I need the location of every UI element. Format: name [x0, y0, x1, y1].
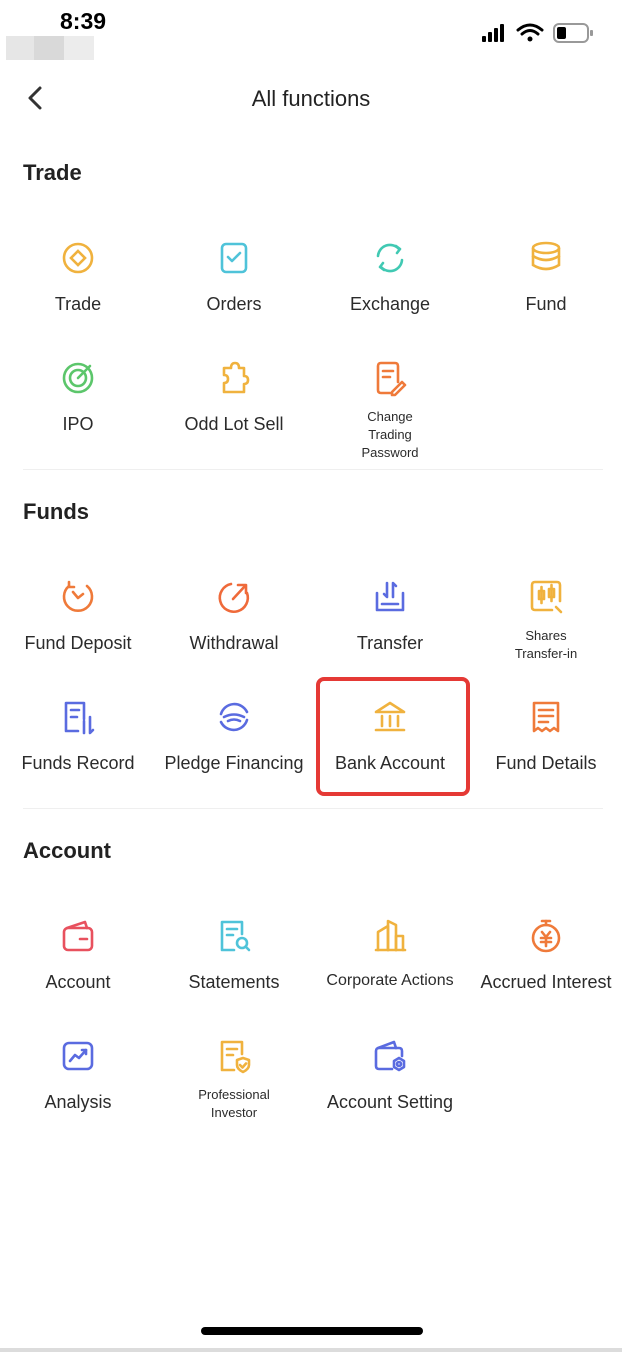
tile-label: Analysis	[44, 1092, 112, 1112]
tile-label: Withdrawal	[189, 633, 279, 653]
tile-label: Corporate Actions	[326, 972, 454, 989]
tile-analysis[interactable]: Analysis	[0, 1024, 156, 1136]
tile-transfer[interactable]: Transfer	[312, 565, 468, 677]
analysis-icon	[62, 1041, 94, 1071]
tile-label: Funds Record	[21, 753, 135, 773]
tile-accrued-interest[interactable]: Accrued Interest	[468, 904, 622, 1016]
shares-transfer-icon	[530, 580, 563, 614]
battery-icon	[553, 23, 593, 43]
tile-label: Account	[45, 972, 111, 992]
tile-label: Odd Lot Sell	[184, 414, 284, 434]
tile-change-trading-password[interactable]: Change Trading Password	[312, 346, 468, 460]
bottom-edge	[0, 1348, 622, 1352]
fund-details-icon	[532, 701, 560, 733]
wallet-icon	[62, 920, 94, 952]
blurred-carrier-block	[6, 36, 34, 60]
tile-trade[interactable]: Trade	[0, 226, 156, 338]
tile-label: Fund	[525, 294, 567, 314]
tile-account-setting[interactable]: Account Setting	[312, 1024, 468, 1136]
tile-label: Transfer	[356, 633, 424, 653]
tile-funds-record[interactable]: Funds Record	[0, 685, 156, 797]
tile-pledge-financing[interactable]: Pledge Financing	[156, 685, 312, 797]
tile-label: Account Setting	[326, 1092, 454, 1112]
tile-label: Trade	[54, 294, 102, 314]
tile-account[interactable]: Account	[0, 904, 156, 1016]
fund-deposit-icon	[62, 580, 94, 613]
exchange-icon	[376, 243, 404, 273]
tile-label: Fund Details	[495, 753, 597, 773]
tile-label: Shares Transfer-in	[514, 628, 578, 661]
tile-professional-investor[interactable]: Professional Investor	[156, 1024, 312, 1136]
tile-label: Professional Investor	[198, 1087, 270, 1120]
transfer-icon	[375, 581, 405, 612]
signal-icon	[482, 24, 504, 42]
status-icons	[482, 23, 593, 43]
tile-label: IPO	[62, 414, 94, 434]
nav-bar: All functions	[0, 70, 622, 130]
tile-shares-transfer-in[interactable]: Shares Transfer-in	[468, 565, 622, 677]
tile-fund-deposit[interactable]: Fund Deposit	[0, 565, 156, 677]
status-time: 8:39	[60, 8, 107, 34]
tile-fund-details[interactable]: Fund Details	[468, 685, 622, 797]
highlight-box	[316, 677, 470, 796]
tile-fund[interactable]: Fund	[468, 226, 622, 338]
tile-statements[interactable]: Statements	[156, 904, 312, 1016]
section-title-account: Account	[23, 838, 111, 863]
ipo-icon	[62, 362, 94, 394]
tile-withdrawal[interactable]: Withdrawal	[156, 565, 312, 677]
statements-icon	[220, 920, 251, 952]
tile-label: Fund Deposit	[24, 633, 132, 653]
tile-label: Exchange	[349, 294, 431, 314]
corporate-actions-icon	[374, 919, 407, 952]
account-setting-icon	[374, 1040, 406, 1072]
section-divider	[23, 469, 603, 470]
funds-record-icon	[64, 701, 95, 735]
pledge-financing-icon	[219, 702, 249, 732]
odd-lot-icon	[222, 361, 250, 394]
change-password-icon	[376, 361, 407, 397]
section-title-funds: Funds	[23, 499, 89, 524]
orders-icon	[220, 242, 248, 274]
tile-odd-lot-sell[interactable]: Odd Lot Sell	[156, 346, 312, 458]
tile-exchange[interactable]: Exchange	[312, 226, 468, 338]
accrued-interest-icon	[531, 919, 561, 953]
wifi-icon	[516, 23, 544, 42]
tile-label: Statements	[188, 972, 280, 992]
trade-icon	[62, 242, 94, 274]
blurred-carrier-block	[64, 36, 94, 60]
section-title-trade: Trade	[23, 160, 82, 185]
status-bar: 8:39	[0, 0, 622, 64]
tile-orders[interactable]: Orders	[156, 226, 312, 338]
page-title: All functions	[251, 86, 371, 111]
tile-label: Change Trading Password	[361, 409, 419, 460]
tile-label: Accrued Interest	[480, 972, 612, 992]
tile-corporate-actions[interactable]: Corporate Actions	[312, 904, 468, 1016]
tile-label: Orders	[206, 294, 262, 314]
section-divider	[23, 808, 603, 809]
home-indicator[interactable]	[201, 1327, 423, 1335]
withdrawal-icon	[218, 582, 250, 613]
tile-ipo[interactable]: IPO	[0, 346, 156, 458]
tile-label: Pledge Financing	[164, 753, 304, 773]
professional-investor-icon	[220, 1040, 251, 1074]
fund-icon	[531, 241, 561, 271]
blurred-carrier-block	[34, 36, 64, 60]
